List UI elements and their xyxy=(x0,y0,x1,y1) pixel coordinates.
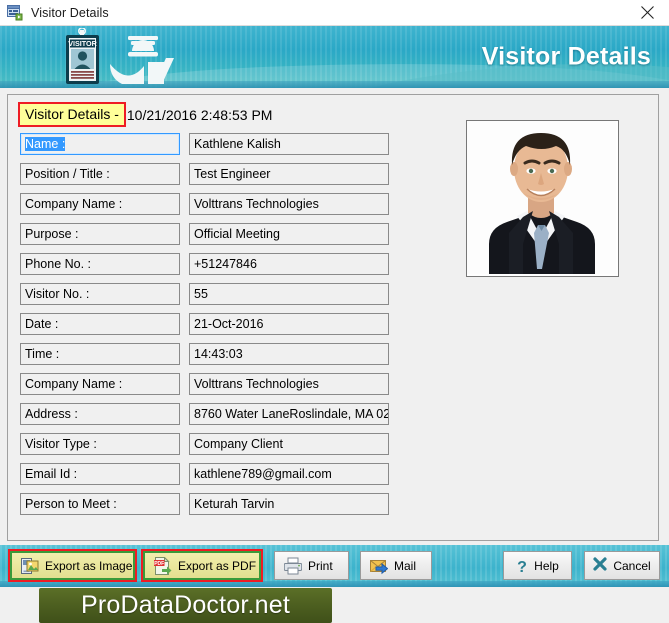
field-value-input[interactable]: Company Client xyxy=(189,433,389,455)
field-value-input[interactable]: Test Engineer xyxy=(189,163,389,185)
export-as-image-button[interactable]: Export as Image xyxy=(8,549,137,582)
field-label-input[interactable]: Person to Meet : xyxy=(20,493,180,515)
print-button[interactable]: Print xyxy=(274,551,349,580)
pdf-export-icon: PDF xyxy=(154,555,172,575)
export-as-image-label: Export as Image xyxy=(45,558,133,573)
close-icon[interactable] xyxy=(625,0,669,25)
image-export-icon xyxy=(21,557,39,575)
field-label-input[interactable]: Date : xyxy=(20,313,180,335)
headline-badge: Visitor Details - xyxy=(18,102,126,127)
export-as-pdf-button[interactable]: PDF Export as PDF xyxy=(141,549,263,582)
field-row: Address : 8760 Water LaneRoslindale, MA 0… xyxy=(20,403,420,425)
help-button[interactable]: ? Help xyxy=(503,551,572,580)
field-label-input[interactable]: Phone No. : xyxy=(20,253,180,275)
field-value-input[interactable]: Official Meeting xyxy=(189,223,389,245)
field-row: Company Name : Volttrans Technologies xyxy=(20,373,420,395)
field-value-input[interactable]: +51247846 xyxy=(189,253,389,275)
field-label-input[interactable]: Purpose : xyxy=(20,223,180,245)
svg-text:PDF: PDF xyxy=(154,561,164,567)
banner-title: Visitor Details xyxy=(481,42,651,71)
field-row: Visitor Type : Company Client xyxy=(20,433,420,455)
watermark-banner: ProDataDoctor.net xyxy=(39,588,332,623)
field-row: Position / Title : Test Engineer xyxy=(20,163,420,185)
app-window-icon xyxy=(7,4,23,21)
field-label-input[interactable]: Company Name : xyxy=(20,193,180,215)
x-cross-icon xyxy=(593,556,607,575)
details-panel: Visitor Details - 10/21/2016 2:48:53 PM … xyxy=(7,94,659,541)
field-label-input[interactable]: Email Id : xyxy=(20,463,180,485)
mail-label: Mail xyxy=(394,558,417,573)
cancel-button[interactable]: Cancel xyxy=(584,551,660,580)
visitor-photo xyxy=(466,120,619,277)
field-value-input[interactable]: kathlene789@gmail.com xyxy=(189,463,389,485)
field-row: Email Id : kathlene789@gmail.com xyxy=(20,463,420,485)
field-label-input[interactable]: Company Name : xyxy=(20,373,180,395)
headline-timestamp: 10/21/2016 2:48:53 PM xyxy=(126,106,273,123)
field-label-input[interactable]: Time : xyxy=(20,343,180,365)
export-as-pdf-label: Export as PDF xyxy=(178,558,257,573)
field-row: Name : Kathlene Kalish xyxy=(20,133,420,155)
field-row: Person to Meet : Keturah Tarvin xyxy=(20,493,420,515)
field-label-input[interactable]: Visitor No. : xyxy=(20,283,180,305)
cancel-label: Cancel xyxy=(613,558,651,573)
field-row: Phone No. : +51247846 xyxy=(20,253,420,275)
svg-text:VISITOR: VISITOR xyxy=(68,39,97,48)
field-value-input[interactable]: 8760 Water LaneRoslindale, MA 02131 xyxy=(189,403,389,425)
watermark-text: ProDataDoctor.net xyxy=(80,591,291,619)
field-value-input[interactable]: 55 xyxy=(189,283,389,305)
visitor-badge-guard-icon: VISITOR xyxy=(48,26,188,88)
field-row: Company Name : Volttrans Technologies xyxy=(20,193,420,215)
footer-toolbar: Export as Image PDF Export as PDF Print xyxy=(0,545,669,587)
printer-icon xyxy=(283,557,303,575)
print-label: Print xyxy=(308,558,333,573)
field-value-input[interactable]: Keturah Tarvin xyxy=(189,493,389,515)
field-row: Visitor No. : 55 xyxy=(20,283,420,305)
field-row: Time : 14:43:03 xyxy=(20,343,420,365)
field-label-input[interactable]: Visitor Type : xyxy=(20,433,180,455)
field-label-input[interactable]: Address : xyxy=(20,403,180,425)
question-mark-icon: ? xyxy=(516,557,528,576)
app-banner: VISITOR Visitor Details xyxy=(0,26,669,88)
field-value-input[interactable]: 14:43:03 xyxy=(189,343,389,365)
field-value-input[interactable]: 21-Oct-2016 xyxy=(189,313,389,335)
visitor-fields-form: Name : Kathlene Kalish Position / Title : T… xyxy=(20,133,420,523)
field-label-text: Name : xyxy=(25,137,66,151)
footer-stripe xyxy=(0,581,669,587)
headline: Visitor Details - 10/21/2016 2:48:53 PM xyxy=(18,102,273,127)
field-value-input[interactable]: Volttrans Technologies xyxy=(189,193,389,215)
field-value-input[interactable]: Kathlene Kalish xyxy=(189,133,389,155)
field-row: Purpose : Official Meeting xyxy=(20,223,420,245)
field-label-input[interactable]: Name : xyxy=(20,133,180,155)
window-titlebar: Visitor Details xyxy=(0,0,669,26)
mail-button[interactable]: Mail xyxy=(360,551,432,580)
envelope-arrow-icon xyxy=(370,557,389,575)
field-row: Date : 21-Oct-2016 xyxy=(20,313,420,335)
svg-text:?: ? xyxy=(517,559,527,575)
field-value-input[interactable]: Volttrans Technologies xyxy=(189,373,389,395)
window-title: Visitor Details xyxy=(31,5,109,20)
help-label: Help xyxy=(534,558,559,573)
field-label-input[interactable]: Position / Title : xyxy=(20,163,180,185)
